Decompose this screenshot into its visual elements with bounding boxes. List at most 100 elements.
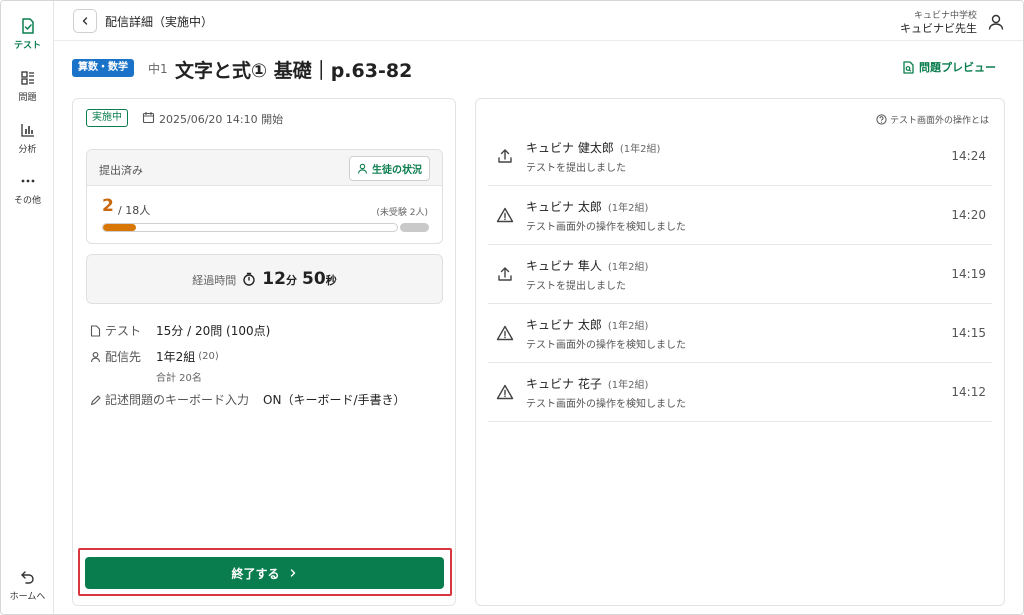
event-description: テスト画面外の操作を検知しました [526, 399, 686, 410]
student-name: キュビナ 太郎 [526, 318, 602, 332]
page-header-title: 配信詳細（実施中） [105, 15, 214, 29]
sidebar-item-label: その他 [13, 196, 41, 206]
activity-row: キュビナ 健太郎 (1年2組) テストを提出しました 14:24 [488, 127, 992, 186]
upload-icon [498, 267, 512, 281]
sidebar-item-label: 問題 [18, 93, 37, 103]
sidebar-item-analytics[interactable]: 分析 [1, 121, 54, 155]
home-label: ホームへ [9, 592, 46, 602]
untaken-count: (未受験 2人) [376, 208, 428, 218]
submitted-label: 提出済み [99, 164, 143, 177]
person-icon [90, 351, 101, 362]
destination-value: 1年2組 [156, 350, 196, 364]
analytics-icon [20, 124, 34, 137]
grade-label: 中1 [148, 62, 168, 76]
status-badge: 実施中 [86, 109, 128, 127]
test-value: 15分 / 20問 (100点) [156, 324, 271, 338]
chevron-left-icon [82, 17, 88, 25]
event-time: 14:15 [951, 326, 986, 340]
elapsed-minutes-unit: 分 [285, 274, 297, 287]
warning-icon [496, 325, 514, 341]
destination-row: 配信先 1年2組 (20) [90, 348, 219, 365]
warning-icon [496, 207, 514, 223]
sidebar-item-home[interactable]: ホームへ [1, 568, 54, 602]
pencil-icon [90, 394, 101, 405]
upload-icon [498, 149, 512, 163]
destination-label: 配信先 [105, 350, 142, 364]
sidebar: テスト 問題 分析 その他 ホームへ [1, 1, 54, 614]
event-time: 14:12 [951, 385, 986, 399]
help-label: テスト画面外の操作とは [889, 116, 989, 126]
app-frame: テスト 問題 分析 その他 ホームへ 配信詳細（実施中） キュビナ中学校 キュビ… [0, 0, 1024, 615]
document-search-icon [903, 60, 914, 74]
submission-progress-bar [102, 223, 398, 232]
student-name: キュビナ 健太郎 [526, 141, 614, 155]
top-header: 配信詳細（実施中） キュビナ中学校 キュビナビ先生 [54, 1, 1023, 41]
user-icon[interactable] [987, 13, 1005, 31]
student-class: (1年2組) [607, 380, 649, 391]
student-name: キュビナ 隼人 [526, 259, 602, 273]
event-time: 14:24 [951, 149, 986, 163]
sidebar-item-more[interactable]: その他 [1, 172, 54, 206]
keyboard-value: ON（キーボード/手書き） [263, 393, 406, 407]
activity-row: キュビナ 花子 (1年2組) テスト画面外の操作を検知しました 14:12 [488, 363, 992, 422]
student-status-button[interactable]: 生徒の状況 [349, 156, 430, 181]
undo-icon [20, 571, 34, 584]
back-button[interactable] [73, 9, 97, 33]
total-count: / 18人 [118, 204, 151, 217]
problems-icon [20, 71, 34, 85]
sidebar-item-problems[interactable]: 問題 [1, 69, 54, 103]
event-description: テスト画面外の操作を検知しました [526, 222, 686, 233]
problem-preview-button[interactable]: 問題プレビュー [902, 59, 996, 75]
teacher-name: キュビナビ先生 [900, 22, 977, 35]
destination-count: (20) [198, 351, 219, 362]
stopwatch-icon [243, 272, 255, 286]
activity-row: キュビナ 太郎 (1年2組) テスト画面外の操作を検知しました 14:20 [488, 186, 992, 245]
help-link[interactable]: テスト画面外の操作とは [876, 113, 989, 126]
end-test-button[interactable]: 終了する [85, 557, 444, 589]
student-class: (1年2組) [619, 144, 661, 155]
submitted-header: 提出済み 生徒の状況 [87, 150, 442, 186]
elapsed-seconds: 50 [302, 269, 326, 289]
start-datetime: 2025/06/20 14:10 開始 [159, 113, 284, 126]
end-label: 終了する [231, 566, 280, 581]
untaken-progress-bar [400, 223, 429, 232]
keyboard-input-row: 記述問題のキーボード入力 ON（キーボード/手書き） [90, 391, 405, 408]
elapsed-minutes: 12 [262, 269, 286, 289]
person-icon [357, 163, 368, 174]
student-class: (1年2組) [607, 262, 649, 273]
student-name: キュビナ 花子 [526, 377, 602, 391]
calendar-icon [142, 112, 155, 124]
keyboard-label: 記述問題のキーボード入力 [105, 393, 250, 407]
student-status-label: 生徒の状況 [372, 165, 422, 176]
event-time: 14:20 [951, 208, 986, 222]
student-class: (1年2組) [607, 203, 649, 214]
student-class: (1年2組) [607, 321, 649, 332]
submitted-box: 提出済み 生徒の状況 2 / 18人 (未受験 2人) [86, 149, 443, 244]
test-label: テスト [105, 324, 142, 338]
elapsed-seconds-unit: 秒 [325, 274, 337, 287]
sidebar-item-test[interactable]: テスト [1, 17, 54, 51]
event-description: テストを提出しました [526, 281, 626, 292]
sidebar-item-label: テスト [13, 41, 41, 51]
activity-row: キュビナ 太郎 (1年2組) テスト画面外の操作を検知しました 14:15 [488, 304, 992, 363]
subject-badge: 算数・数学 [72, 59, 134, 77]
progress-fill [103, 224, 136, 231]
preview-label: 問題プレビュー [919, 61, 996, 74]
activity-card: テスト画面外の操作とは キュビナ 健太郎 (1年2組) テストを提出しました 14:2… [475, 98, 1005, 606]
event-time: 14:19 [951, 267, 986, 281]
chevron-right-icon [290, 569, 295, 577]
elapsed-label: 経過時間 [192, 274, 237, 287]
page-title: 文字と式① 基礎｜p.63-82 [175, 60, 413, 82]
activity-row: キュビナ 隼人 (1年2組) テストを提出しました 14:19 [488, 245, 992, 304]
document-icon [90, 324, 101, 337]
test-info-row: テスト 15分 / 20問 (100点) [90, 322, 270, 339]
elapsed-time-box: 経過時間 12分 50秒 [86, 254, 443, 304]
test-icon [21, 18, 34, 34]
student-name: キュビナ 太郎 [526, 200, 602, 214]
event-description: テスト画面外の操作を検知しました [526, 340, 686, 351]
submitted-count: 2 [102, 196, 114, 216]
event-description: テストを提出しました [526, 163, 626, 174]
destination-total: 合計 20名 [156, 373, 202, 384]
more-icon [21, 179, 34, 183]
summary-card: 実施中 2025/06/20 14:10 開始 提出済み 生徒の状況 2 / 1… [72, 98, 456, 606]
